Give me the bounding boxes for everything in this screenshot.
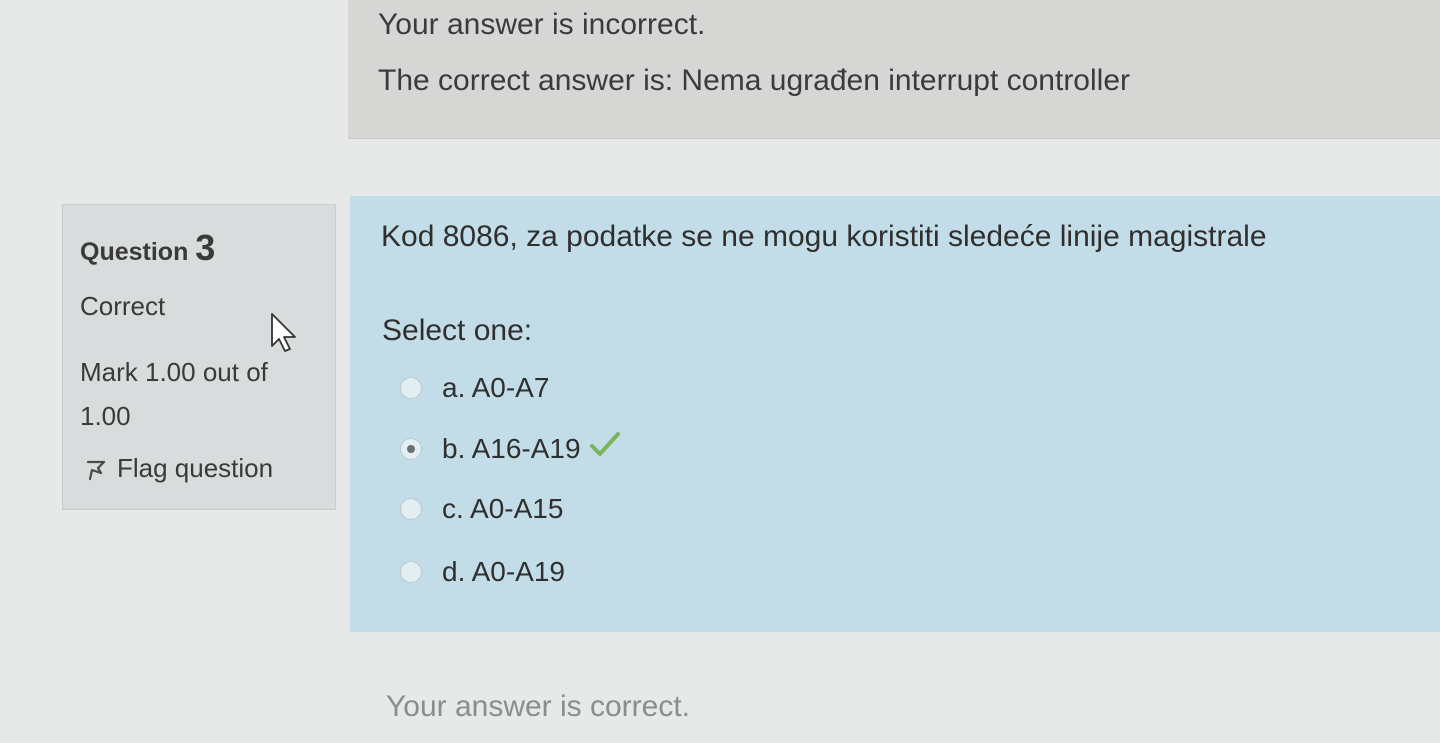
option-a-radio[interactable] (400, 377, 422, 399)
question-number: Question 3 (80, 227, 215, 269)
question-grade: Mark 1.00 out of 1.00 (80, 357, 268, 431)
select-one-prompt: Select one: (382, 314, 533, 347)
option-c-label: c. A0-A15 (442, 493, 564, 524)
option-b-radio[interactable] (400, 437, 422, 460)
mouse-pointer-icon (268, 312, 302, 359)
option-c[interactable]: c. A0-A15 (400, 493, 563, 525)
flag-question-link[interactable]: Flag question (85, 453, 273, 484)
previous-feedback-status: Your answer is incorrect. (378, 8, 706, 41)
question-label: Question (80, 238, 189, 266)
question-state: Correct (80, 291, 166, 321)
option-d[interactable]: d. A0-A19 (400, 556, 565, 588)
option-d-label: d. A0-A19 (442, 556, 565, 587)
option-b-label: b. A16-A19 (442, 432, 581, 464)
question-number-value: 3 (195, 227, 216, 268)
option-b[interactable]: b. A16-A19 (400, 431, 621, 466)
previous-question-feedback: Your answer is incorrect. The correct an… (348, 0, 1440, 139)
option-d-radio[interactable] (400, 561, 422, 583)
flag-icon (85, 457, 107, 481)
question-text: Kod 8086, za podatke se ne mogu koristit… (381, 220, 1267, 253)
correct-check-icon (589, 431, 621, 466)
option-a-label: a. A0-A7 (442, 372, 550, 403)
flag-question-label: Flag question (117, 453, 274, 483)
previous-feedback-correct-answer: The correct answer is: Nema ugrađen inte… (378, 64, 1130, 97)
question-content: Kod 8086, za podatke se ne mogu koristit… (350, 196, 1440, 632)
option-a[interactable]: a. A0-A7 (400, 372, 549, 404)
answer-feedback: Your answer is correct. (386, 690, 691, 723)
option-c-radio[interactable] (400, 498, 422, 520)
